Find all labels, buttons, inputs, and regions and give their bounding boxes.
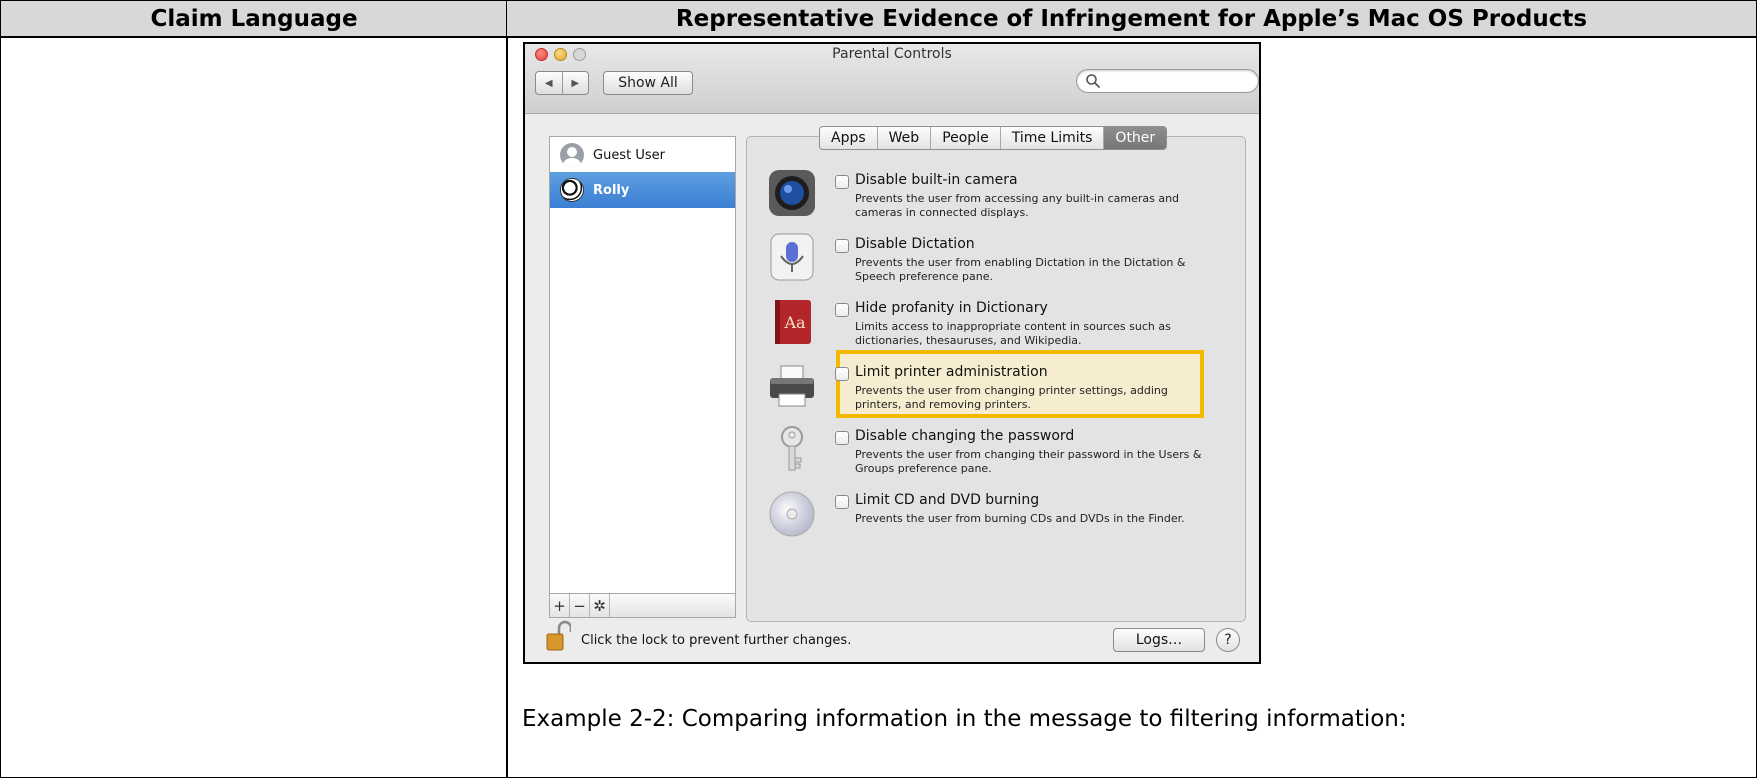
user-row-rolly[interactable]: Rolly bbox=[550, 172, 735, 208]
option-description: Limits access to inappropriate content i… bbox=[855, 320, 1171, 347]
user-list-toolbar: + − ✲ bbox=[549, 594, 736, 618]
search-input[interactable] bbox=[1076, 69, 1259, 93]
option-disable-camera: Disable built-in camera Prevents the use… bbox=[767, 168, 1227, 230]
option-title: Limit CD and DVD burning bbox=[855, 492, 1040, 508]
logs-button[interactable]: Logs… bbox=[1113, 628, 1205, 652]
claim-language-header: Claim Language bbox=[0, 0, 508, 38]
tab-people[interactable]: People bbox=[931, 127, 1001, 149]
option-description: Prevents the user from changing printer … bbox=[855, 384, 1168, 411]
user-name: Guest User bbox=[593, 147, 665, 163]
option-disable-password-change: Disable changing the password Prevents t… bbox=[767, 424, 1227, 486]
option-description: Prevents the user from burning CDs and D… bbox=[855, 512, 1185, 525]
option-disable-dictation: Disable Dictation Prevents the user from… bbox=[767, 232, 1227, 294]
option-limit-printer: Limit printer administration Prevents th… bbox=[767, 360, 1227, 422]
claim-language-cell bbox=[0, 36, 508, 778]
camera-icon bbox=[769, 170, 815, 216]
printer-icon bbox=[770, 365, 814, 407]
window-toolbar: Parental Controls ◀ ▶ Show All bbox=[525, 44, 1259, 114]
option-description: Prevents the user from changing their pa… bbox=[855, 448, 1202, 475]
back-arrow-icon[interactable]: ◀ bbox=[536, 72, 563, 94]
key-icon bbox=[781, 426, 803, 471]
checkbox[interactable] bbox=[835, 367, 849, 381]
user-name: Rolly bbox=[593, 182, 630, 198]
option-description: Prevents the user from enabling Dictatio… bbox=[855, 256, 1186, 283]
window-title: Parental Controls bbox=[832, 46, 952, 62]
checkbox[interactable] bbox=[835, 239, 849, 253]
checkbox[interactable] bbox=[835, 495, 849, 509]
tab-time-limits[interactable]: Time Limits bbox=[1001, 127, 1105, 149]
user-row-guest[interactable]: Guest User bbox=[550, 137, 735, 173]
tab-bar: Apps Web People Time Limits Other bbox=[819, 126, 1168, 150]
svg-text:Aa: Aa bbox=[783, 313, 806, 332]
evidence-header: Representative Evidence of Infringement … bbox=[506, 0, 1757, 38]
option-title: Disable Dictation bbox=[855, 236, 975, 252]
forward-arrow-icon[interactable]: ▶ bbox=[563, 72, 589, 94]
tab-apps[interactable]: Apps bbox=[820, 127, 878, 149]
microphone-icon bbox=[770, 233, 814, 281]
guest-avatar-icon bbox=[560, 143, 584, 167]
checkbox[interactable] bbox=[835, 175, 849, 189]
lock-message: Click the lock to prevent further change… bbox=[581, 633, 852, 648]
option-title: Hide profanity in Dictionary bbox=[855, 300, 1048, 316]
gear-icon[interactable]: ✲ bbox=[590, 594, 610, 617]
back-forward-control: ◀ ▶ bbox=[535, 71, 589, 95]
option-description: Prevents the user from accessing any bui… bbox=[855, 192, 1180, 219]
parental-controls-window: Parental Controls ◀ ▶ Show All Guest Use… bbox=[523, 42, 1261, 664]
remove-user-button[interactable]: − bbox=[570, 594, 590, 617]
add-user-button[interactable]: + bbox=[550, 594, 570, 617]
option-hide-profanity: Aa Hide profanity in Dictionary Limits a… bbox=[767, 296, 1227, 358]
user-list: Guest User Rolly bbox=[549, 136, 736, 594]
checkbox[interactable] bbox=[835, 303, 849, 317]
tab-web[interactable]: Web bbox=[878, 127, 932, 149]
option-title: Disable changing the password bbox=[855, 428, 1075, 444]
soccer-ball-icon bbox=[560, 178, 584, 202]
option-title: Limit printer administration bbox=[855, 364, 1048, 380]
dictionary-icon: Aa bbox=[775, 300, 811, 344]
search-icon bbox=[1086, 74, 1100, 88]
help-button[interactable]: ? bbox=[1216, 628, 1240, 652]
option-title: Disable built-in camera bbox=[855, 172, 1018, 188]
lock-icon[interactable] bbox=[545, 620, 571, 652]
option-limit-disc-burning: Limit CD and DVD burning Prevents the us… bbox=[767, 488, 1227, 550]
example-caption: Example 2-2: Comparing information in th… bbox=[522, 706, 1407, 732]
disc-icon bbox=[769, 491, 815, 537]
show-all-button[interactable]: Show All bbox=[603, 71, 693, 95]
checkbox[interactable] bbox=[835, 431, 849, 445]
tab-other[interactable]: Other bbox=[1104, 127, 1167, 149]
